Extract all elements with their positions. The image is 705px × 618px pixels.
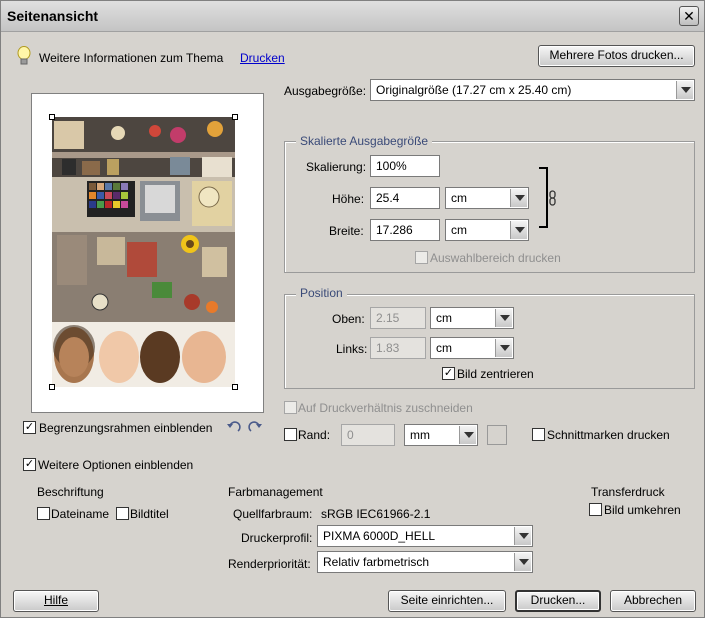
width-input[interactable]: 17.286 — [370, 219, 440, 241]
lightbulb-icon — [17, 46, 31, 65]
left-unit-select[interactable]: cm — [430, 337, 514, 359]
resize-handle[interactable] — [49, 114, 55, 120]
top-unit-value: cm — [436, 311, 452, 325]
invert-image-checkbox[interactable] — [589, 503, 602, 516]
window-title: Seitenansicht — [7, 8, 99, 24]
top-unit-select[interactable]: cm — [430, 307, 514, 329]
crop-label: Auf Druckverhältnis zuschneiden — [298, 401, 473, 415]
resize-handle[interactable] — [232, 114, 238, 120]
chevron-down-icon[interactable] — [510, 189, 527, 207]
chevron-down-icon[interactable] — [676, 81, 693, 99]
output-size-value: Originalgröße (17.27 cm x 25.40 cm) — [376, 83, 572, 97]
render-intent-select[interactable]: Relativ farbmetrisch — [317, 551, 533, 573]
close-icon[interactable]: ✕ — [679, 6, 699, 26]
height-input[interactable]: 25.4 — [370, 187, 440, 209]
source-space-label: Quellfarbraum: — [233, 507, 313, 521]
height-unit-value: cm — [451, 191, 467, 205]
preview-image — [52, 117, 235, 387]
color-management-heading: Farbmanagement — [228, 485, 323, 499]
height-unit-select[interactable]: cm — [445, 187, 529, 209]
resize-handle[interactable] — [232, 384, 238, 390]
chevron-down-icon[interactable] — [495, 339, 512, 357]
scale-input[interactable]: 100% — [370, 155, 440, 177]
page-setup-button[interactable]: Seite einrichten... — [388, 590, 506, 612]
render-intent-label: Renderpriorität: — [228, 557, 311, 571]
info-text: Weitere Informationen zum Thema — [39, 51, 224, 65]
printer-profile-label: Druckerprofil: — [241, 531, 313, 545]
height-label: Höhe: — [332, 192, 365, 206]
print-button[interactable]: Drucken... — [515, 590, 601, 612]
chevron-down-icon[interactable] — [459, 426, 476, 444]
left-input[interactable]: 1.83 — [370, 337, 426, 359]
top-label: Oben: — [332, 312, 365, 326]
preview-photo-graphic — [52, 117, 235, 387]
crop-marks-label: Schnittmarken drucken — [547, 428, 670, 442]
transfer-heading: Transferdruck — [591, 485, 665, 499]
more-options-label: Weitere Optionen einblenden — [38, 458, 194, 472]
color-swatch-icon[interactable] — [487, 425, 507, 445]
width-label: Breite: — [329, 224, 364, 238]
center-image-label: Bild zentrieren — [457, 367, 534, 381]
scale-label: Skalierung: — [306, 160, 367, 174]
position-legend: Position — [296, 286, 347, 300]
border-label: Rand: — [298, 428, 331, 442]
output-size-select[interactable]: Originalgröße (17.27 cm x 25.40 cm) — [370, 79, 695, 101]
invert-image-label: Bild umkehren — [604, 503, 681, 517]
render-intent-value: Relativ farbmetrisch — [323, 555, 430, 569]
printer-profile-select[interactable]: PIXMA 6000D_HELL — [317, 525, 533, 547]
rotate-left-icon[interactable] — [226, 419, 242, 435]
help-button-label: Hilfe — [43, 593, 68, 607]
chevron-down-icon[interactable] — [510, 221, 527, 239]
print-selection-label: Auswahlbereich drucken — [430, 251, 561, 265]
left-label: Links: — [336, 342, 368, 356]
width-unit-value: cm — [451, 223, 467, 237]
border-width-input[interactable]: 0 — [341, 424, 395, 446]
labels-heading: Beschriftung — [37, 485, 104, 499]
help-link-drucken[interactable]: Drucken — [240, 51, 285, 65]
multi-photo-print-button[interactable]: Mehrere Fotos drucken... — [538, 45, 695, 67]
more-options-checkbox[interactable]: ✓ — [23, 458, 36, 471]
center-image-checkbox[interactable]: ✓ — [442, 367, 455, 380]
output-size-label: Ausgabegröße: — [284, 84, 367, 98]
top-input[interactable]: 2.15 — [370, 307, 426, 329]
chevron-down-icon[interactable] — [514, 553, 531, 571]
cancel-button[interactable]: Abbrechen — [610, 590, 696, 612]
print-preview-dialog: Seitenansicht ✕ Weitere Informationen zu… — [0, 0, 705, 618]
show-bbox-label: Begrenzungsrahmen einblenden — [39, 421, 213, 435]
left-unit-value: cm — [436, 341, 452, 355]
crop-checkbox[interactable] — [284, 401, 297, 414]
filename-label: Dateiname — [51, 507, 110, 521]
chevron-down-icon[interactable] — [495, 309, 512, 327]
chevron-down-icon[interactable] — [514, 527, 531, 545]
width-unit-select[interactable]: cm — [445, 219, 529, 241]
source-space-value: sRGB IEC61966-2.1 — [321, 507, 431, 521]
border-unit-select[interactable]: mm — [404, 424, 478, 446]
filename-checkbox[interactable] — [37, 507, 50, 520]
help-button[interactable]: Hilfe — [13, 590, 99, 612]
link-chain-icon[interactable] — [548, 190, 558, 206]
border-unit-value: mm — [410, 428, 430, 442]
resize-handle[interactable] — [49, 384, 55, 390]
crop-marks-checkbox[interactable] — [532, 428, 545, 441]
image-title-label: Bildtitel — [130, 507, 169, 521]
image-title-checkbox[interactable] — [116, 507, 129, 520]
border-checkbox[interactable] — [284, 428, 297, 441]
title-bar: Seitenansicht ✕ — [1, 1, 704, 32]
rotate-right-icon[interactable] — [247, 419, 263, 435]
show-bbox-checkbox[interactable]: ✓ — [23, 421, 36, 434]
printer-profile-value: PIXMA 6000D_HELL — [323, 529, 436, 543]
scaled-size-legend: Skalierte Ausgabegröße — [296, 134, 433, 148]
print-selection-checkbox[interactable] — [415, 251, 428, 264]
